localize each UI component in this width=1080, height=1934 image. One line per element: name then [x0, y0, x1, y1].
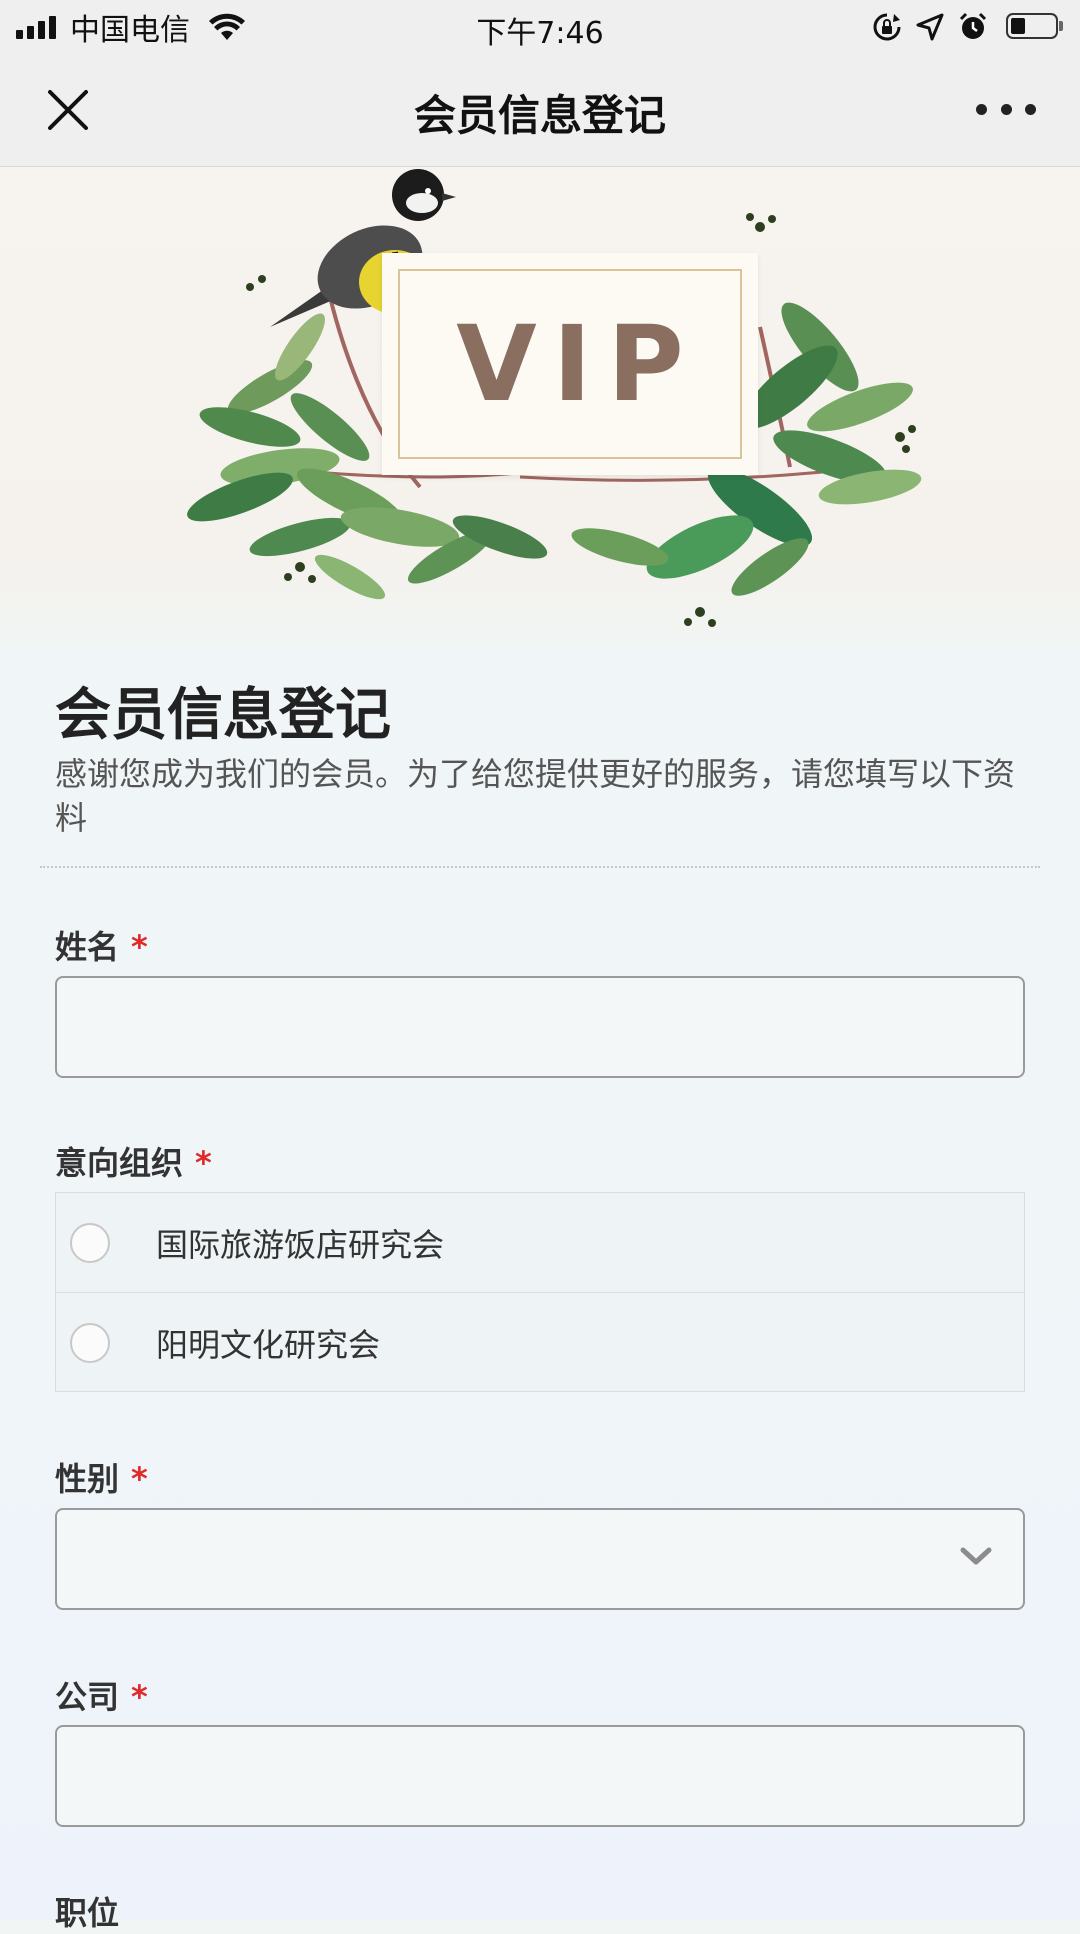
organization-option-2[interactable]: 阳明文化研究会 [56, 1292, 1024, 1392]
nav-bar: 会员信息登记 [0, 54, 1080, 167]
gender-label: 性别 * [55, 1454, 148, 1500]
organization-option-1[interactable]: 国际旅游饭店研究会 [56, 1193, 1024, 1292]
position-label-text: 职位 [55, 1894, 120, 1932]
company-input[interactable] [55, 1725, 1025, 1827]
vip-frame: VIP [398, 269, 742, 459]
battery-icon [1006, 13, 1066, 41]
required-mark: * [195, 1144, 212, 1182]
organization-label: 意向组织 * [55, 1138, 212, 1184]
required-mark: * [131, 928, 148, 966]
vip-banner: VIP [0, 167, 1080, 647]
organization-radio-group: 国际旅游饭店研究会 阳明文化研究会 [55, 1192, 1025, 1392]
radio-button[interactable] [70, 1222, 110, 1263]
required-mark: * [131, 1460, 148, 1498]
more-icon[interactable] [976, 94, 1036, 124]
form-title: 会员信息登记 [55, 683, 391, 748]
battery-level [1011, 18, 1025, 34]
radio-label: 国际旅游饭店研究会 [156, 1225, 445, 1264]
vip-text: VIP [456, 303, 700, 425]
divider [40, 866, 1040, 868]
location-icon [916, 13, 944, 41]
name-input[interactable] [55, 976, 1025, 1078]
nav-title: 会员信息登记 [413, 91, 666, 140]
status-bar: 中国电信 下午7:46 [0, 0, 1080, 54]
required-mark: * [131, 1678, 148, 1716]
gender-select[interactable] [55, 1508, 1025, 1610]
status-right [858, 10, 1066, 44]
rotation-lock-icon [873, 13, 901, 41]
company-label-text: 公司 [55, 1678, 120, 1716]
chevron-down-icon [960, 1547, 992, 1565]
vip-card: VIP [382, 253, 758, 475]
name-label-text: 姓名 [55, 928, 120, 966]
gender-label-text: 性别 [55, 1460, 120, 1498]
radio-label: 阳明文化研究会 [156, 1325, 381, 1364]
radio-button[interactable] [70, 1322, 110, 1363]
name-label: 姓名 * [55, 922, 148, 968]
organization-label-text: 意向组织 [55, 1144, 184, 1182]
company-label: 公司 * [55, 1672, 148, 1718]
position-label: 职位 [55, 1888, 119, 1934]
form-description: 感谢您成为我们的会员。为了给您提供更好的服务，请您填写以下资料 [55, 755, 1016, 837]
alarm-icon [959, 12, 987, 39]
